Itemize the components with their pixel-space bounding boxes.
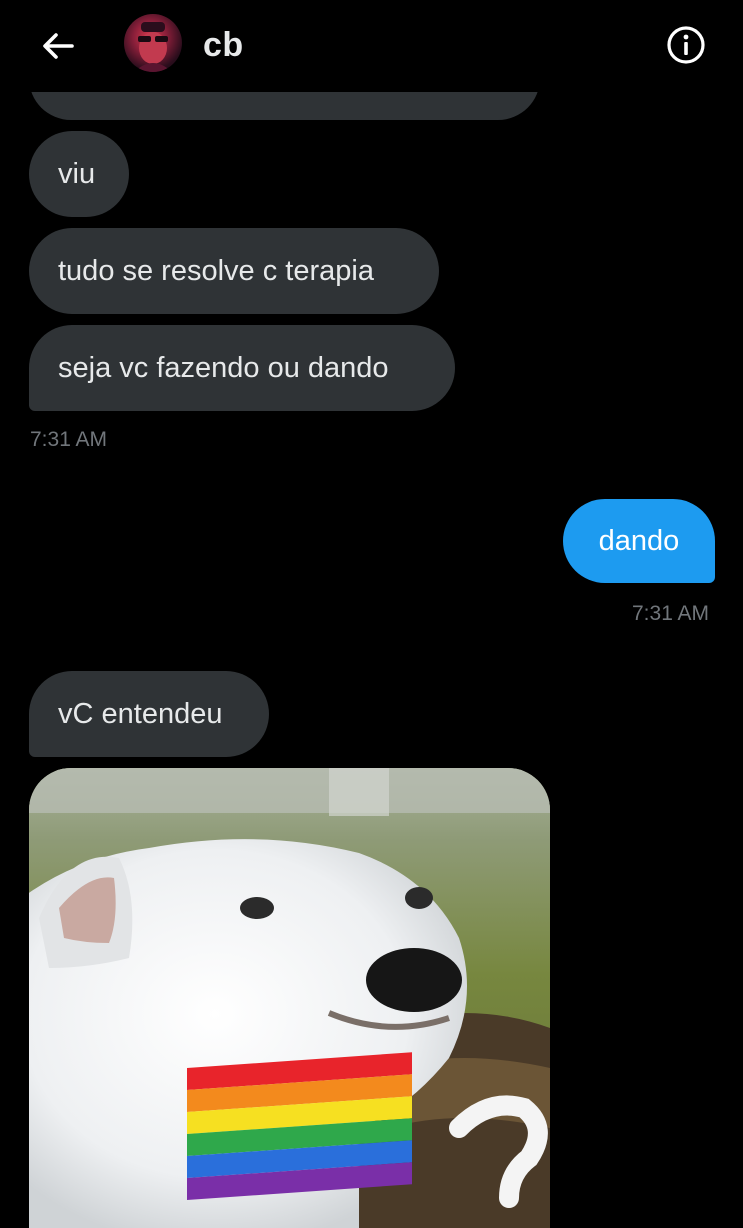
avatar-image [134, 22, 172, 72]
back-button[interactable] [38, 26, 78, 66]
media-image-message[interactable] [29, 768, 550, 1228]
message-timestamp: 7:31 AM [30, 428, 108, 451]
message-text: viu [58, 158, 96, 190]
message-text: tudo se resolve c terapia [58, 255, 374, 287]
info-icon [667, 26, 705, 64]
message-timestamp: 7:31 AM [632, 602, 710, 625]
message-bubble-outgoing[interactable]: dando [563, 499, 715, 583]
contact-name[interactable]: cb [203, 26, 244, 65]
message-bubble-incoming[interactable]: vC entendeu [29, 671, 269, 757]
conversation-header: cb [0, 0, 743, 92]
message-bubble-incoming[interactable]: tudo se resolve c terapia [29, 228, 439, 314]
info-button[interactable] [665, 24, 707, 66]
message-text: vC entendeu [58, 698, 223, 730]
message-text: dando [598, 525, 680, 557]
avatar[interactable] [124, 14, 182, 72]
message-text: seja vc fazendo ou dando [58, 352, 389, 384]
message-bubble-incoming[interactable]: seja vc fazendo ou dando [29, 325, 455, 411]
dog-with-rainbow-flag-image [29, 768, 550, 1228]
message-bubble-incoming[interactable]: viu [29, 131, 129, 217]
arrow-left-icon [43, 33, 74, 59]
